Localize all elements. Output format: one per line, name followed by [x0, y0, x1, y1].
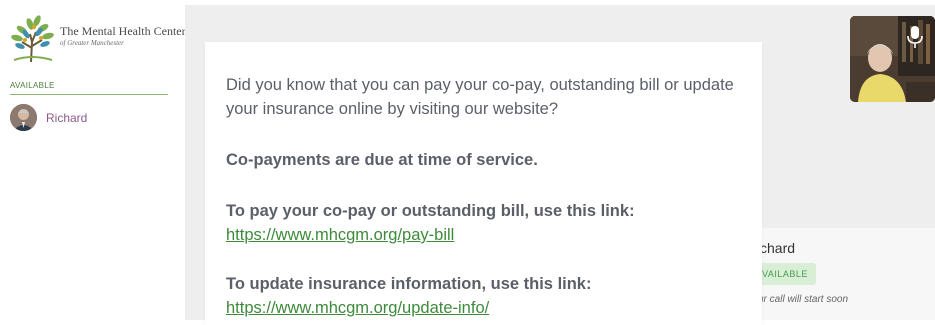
- message-copay-due: Co-payments are due at time of service.: [226, 151, 538, 169]
- logo-subtitle: of Greater Manchester: [60, 39, 124, 47]
- self-video-preview[interactable]: [850, 16, 935, 102]
- user-name: Richard: [46, 111, 88, 125]
- avatar: [10, 104, 37, 131]
- tree-logo-icon: [11, 15, 54, 63]
- pay-bill-link[interactable]: https://www.mhcgm.org/pay-bill: [226, 223, 454, 247]
- user-avatar-image: [10, 104, 37, 131]
- call-status-text: ur call will start soon: [758, 294, 849, 305]
- update-info-link[interactable]: https://www.mhcgm.org/update-info/: [226, 296, 489, 320]
- update-info-block: To update insurance information, use thi…: [226, 272, 746, 320]
- sidebar: The Mental Health Center of Greater Manc…: [0, 0, 186, 325]
- participant-name: chard: [760, 240, 796, 256]
- logo-title: The Mental Health Center: [60, 24, 186, 38]
- pay-bill-block: To pay your co-pay or outstanding bill, …: [226, 199, 746, 247]
- user-list-item[interactable]: Richard: [10, 104, 175, 132]
- available-section-label: AVAILABLE: [10, 81, 55, 90]
- pay-bill-label: To pay your co-pay or outstanding bill, …: [226, 202, 635, 220]
- participant-card: chard VAILABLE ur call will start soon: [740, 228, 935, 320]
- section-divider: [10, 94, 168, 95]
- microphone-icon[interactable]: [907, 26, 923, 48]
- info-message-card: Did you know that you can pay your co-pa…: [205, 42, 762, 325]
- message-intro: Did you know that you can pay your co-pa…: [226, 76, 734, 118]
- center-logo: The Mental Health Center of Greater Manc…: [8, 12, 186, 64]
- update-info-label: To update insurance information, use thi…: [226, 275, 592, 293]
